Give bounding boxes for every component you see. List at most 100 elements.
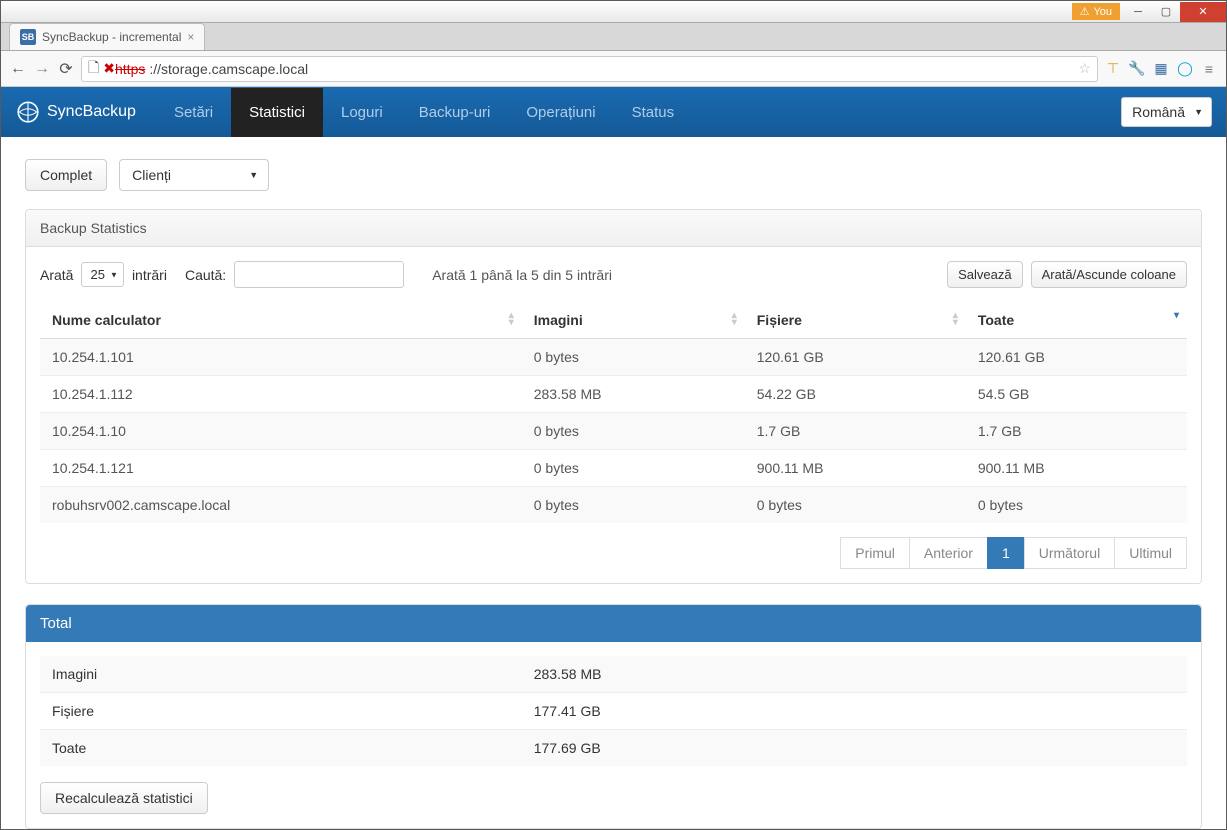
col-images[interactable]: Imagini▴▾ <box>522 302 745 339</box>
ext-icon-3[interactable]: ▦ <box>1152 60 1170 78</box>
stats-panel: Backup Statistics Arată 25 intrări Caută… <box>25 209 1202 584</box>
os-titlebar: ⚠ You ─ ▢ ✕ <box>1 1 1226 23</box>
col-total[interactable]: Toate▾ <box>966 302 1187 339</box>
col-files[interactable]: Fișiere▴▾ <box>745 302 966 339</box>
minimize-button[interactable]: ─ <box>1124 2 1152 22</box>
page-size-select[interactable]: 25 <box>81 262 123 287</box>
cell-total: 900.11 MB <box>966 450 1187 487</box>
https-crossed: ✖https <box>103 60 145 77</box>
top-controls: Complet Clienți <box>25 159 1202 191</box>
browser-window: ⚠ You ─ ▢ ✕ SB SyncBackup - incremental … <box>0 0 1227 830</box>
back-icon[interactable]: ← <box>9 60 27 78</box>
ext-icon-1[interactable]: ⊤ <box>1104 60 1122 78</box>
save-button[interactable]: Salvează <box>947 261 1022 288</box>
reload-icon[interactable]: ⟳ <box>57 60 75 78</box>
col-name[interactable]: Nume calculator▴▾ <box>40 302 522 339</box>
cell-total: 1.7 GB <box>966 413 1187 450</box>
total-table: Imagini283.58 MBFișiere177.41 GBToate177… <box>40 656 1187 766</box>
table-controls: Arată 25 intrări Caută: Arată 1 până la … <box>40 261 1187 288</box>
total-row: Imagini283.58 MB <box>40 656 1187 693</box>
page-last[interactable]: Ultimul <box>1114 537 1187 569</box>
nav-statistici[interactable]: Statistici <box>231 88 323 137</box>
nav-operatiuni[interactable]: Operațiuni <box>508 88 613 137</box>
table-header-row: Nume calculator▴▾ Imagini▴▾ Fișiere▴▾ To… <box>40 302 1187 339</box>
browser-tab[interactable]: SB SyncBackup - incremental × <box>9 23 205 50</box>
nav-backupuri[interactable]: Backup-uri <box>401 88 509 137</box>
pagination: Primul Anterior 1 Următorul Ultimul <box>40 537 1187 569</box>
sort-icon: ▴▾ <box>509 312 514 326</box>
cell-name: 10.254.1.112 <box>40 376 522 413</box>
table-row: 10.254.1.1210 bytes900.11 MB900.11 MB <box>40 450 1187 487</box>
brand-logo[interactable]: SyncBackup <box>15 99 136 125</box>
sort-desc-icon: ▾ <box>1174 312 1179 319</box>
browser-tabstrip: SB SyncBackup - incremental × <box>1 23 1226 51</box>
page-first[interactable]: Primul <box>840 537 910 569</box>
sort-icon: ▴▾ <box>732 312 737 326</box>
page-insecure-icon: 🗋 <box>88 57 99 81</box>
table-row: robuhsrv002.camscape.local0 bytes0 bytes… <box>40 487 1187 524</box>
cell-total: 54.5 GB <box>966 376 1187 413</box>
recalc-button[interactable]: Recalculează statistici <box>40 782 208 814</box>
columns-button[interactable]: Arată/Ascunde coloane <box>1031 261 1187 288</box>
show-label: Arată <box>40 267 73 283</box>
nav-status[interactable]: Status <box>614 88 693 137</box>
tab-title: SyncBackup - incremental <box>42 30 181 44</box>
cell-name: 10.254.1.10 <box>40 413 522 450</box>
search-label: Caută: <box>185 267 226 283</box>
warning-icon: ⚠ <box>1080 5 1090 18</box>
favicon-icon: SB <box>20 29 36 45</box>
cell-images: 0 bytes <box>522 339 745 376</box>
total-body: Imagini283.58 MBFișiere177.41 GBToate177… <box>26 642 1201 828</box>
maximize-button[interactable]: ▢ <box>1152 2 1180 22</box>
total-panel: Total Imagini283.58 MBFișiere177.41 GBTo… <box>25 604 1202 829</box>
cell-total: 120.61 GB <box>966 339 1187 376</box>
app-navbar: SyncBackup Setări Statistici Loguri Back… <box>1 87 1226 137</box>
cell-total: 0 bytes <box>966 487 1187 524</box>
page-next[interactable]: Următorul <box>1024 537 1115 569</box>
forward-icon[interactable]: → <box>33 60 51 78</box>
total-title: Total <box>26 605 1201 642</box>
close-button[interactable]: ✕ <box>1180 2 1226 22</box>
cell-name: 10.254.1.121 <box>40 450 522 487</box>
url-input[interactable]: 🗋 ✖https ://storage.camscape.local ☆ <box>81 56 1098 82</box>
brand-text: SyncBackup <box>47 103 136 121</box>
url-text: ://storage.camscape.local <box>149 61 308 77</box>
total-label: Toate <box>40 730 522 767</box>
cell-name: robuhsrv002.camscape.local <box>40 487 522 524</box>
tab-close-icon[interactable]: × <box>187 30 194 44</box>
total-value: 283.58 MB <box>522 656 1187 693</box>
menu-icon[interactable]: ≡ <box>1200 60 1218 78</box>
table-row: 10.254.1.112283.58 MB54.22 GB54.5 GB <box>40 376 1187 413</box>
page-content: Complet Clienți Backup Statistics Arată … <box>1 137 1226 829</box>
stats-table: Nume calculator▴▾ Imagini▴▾ Fișiere▴▾ To… <box>40 302 1187 523</box>
ext-icon-2[interactable]: 🔧 <box>1128 60 1146 78</box>
info-text: Arată 1 până la 5 din 5 intrări <box>432 267 612 283</box>
cell-images: 0 bytes <box>522 487 745 524</box>
total-label: Fișiere <box>40 693 522 730</box>
cell-files: 1.7 GB <box>745 413 966 450</box>
cell-name: 10.254.1.101 <box>40 339 522 376</box>
cell-files: 120.61 GB <box>745 339 966 376</box>
page-prev[interactable]: Anterior <box>909 537 988 569</box>
complete-button[interactable]: Complet <box>25 159 107 191</box>
sort-icon: ▴▾ <box>953 312 958 326</box>
user-badge[interactable]: ⚠ You <box>1072 3 1120 20</box>
user-label: You <box>1093 6 1112 18</box>
language-select[interactable]: Română <box>1121 97 1212 127</box>
browser-address-bar: ← → ⟳ 🗋 ✖https ://storage.camscape.local… <box>1 51 1226 87</box>
cell-files: 54.22 GB <box>745 376 966 413</box>
bookmark-star-icon[interactable]: ☆ <box>1078 60 1091 77</box>
panel-title: Backup Statistics <box>26 210 1201 247</box>
total-value: 177.41 GB <box>522 693 1187 730</box>
filter-select[interactable]: Clienți <box>119 159 269 191</box>
cell-images: 283.58 MB <box>522 376 745 413</box>
globe-sync-icon <box>15 99 41 125</box>
page-1[interactable]: 1 <box>987 537 1025 569</box>
nav-setari[interactable]: Setări <box>156 88 231 137</box>
entries-label: intrări <box>132 267 167 283</box>
search-input[interactable] <box>234 261 404 288</box>
total-row: Fișiere177.41 GB <box>40 693 1187 730</box>
nav-loguri[interactable]: Loguri <box>323 88 401 137</box>
panel-body: Arată 25 intrări Caută: Arată 1 până la … <box>26 247 1201 583</box>
ext-icon-4[interactable]: ◯ <box>1176 60 1194 78</box>
